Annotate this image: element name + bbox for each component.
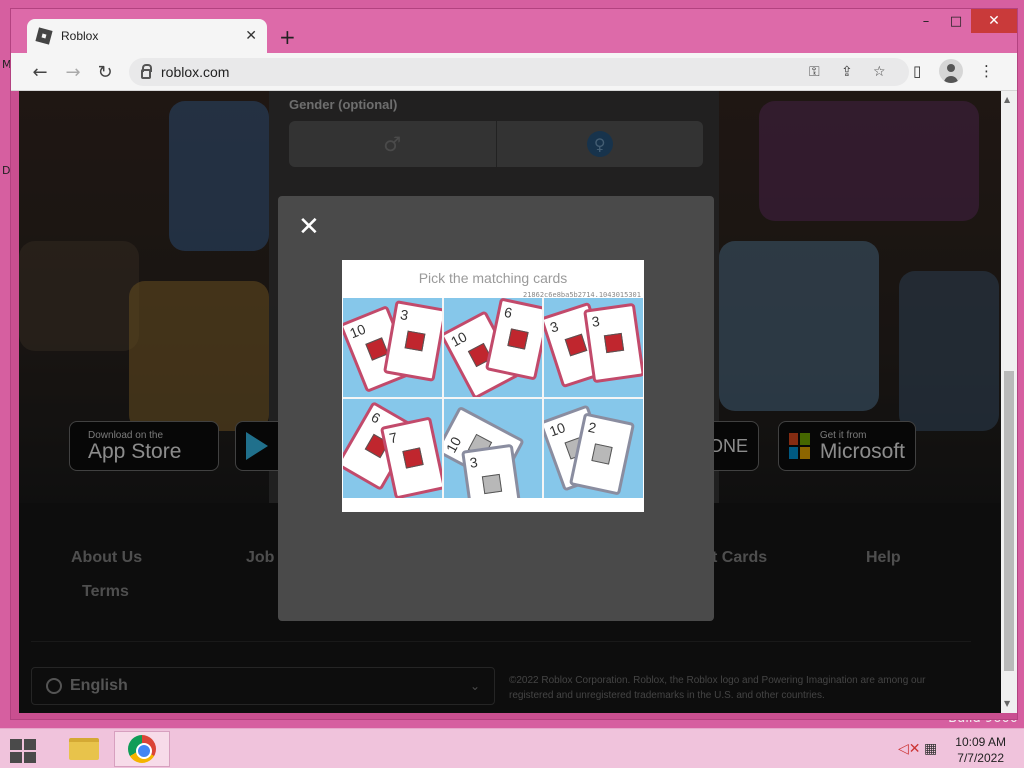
clock-date: 7/7/2022: [957, 751, 1004, 765]
captcha-cell[interactable]: 67: [343, 399, 442, 498]
lock-icon[interactable]: [141, 64, 152, 79]
captcha-cell[interactable]: 10 3: [443, 399, 543, 498]
captcha-cell[interactable]: 10 3: [343, 298, 442, 397]
card-pip-icon: [481, 473, 502, 495]
menu-icon[interactable]: ⋮: [979, 62, 994, 80]
minimize-button[interactable]: –: [911, 9, 941, 33]
browser-window: Roblox ✕ + – □ ✕ ← → ↻ roblox.com ⚿ ⇪ ☆ …: [10, 8, 1018, 720]
card-number: 3: [548, 318, 561, 336]
maximize-button[interactable]: □: [941, 9, 971, 33]
taskbar-chrome[interactable]: [114, 731, 170, 767]
scroll-down-arrow-icon[interactable]: ▼: [1004, 699, 1010, 708]
card-number: 3: [399, 306, 410, 324]
card-number: 3: [591, 312, 602, 330]
close-tab-icon[interactable]: ✕: [245, 28, 257, 44]
card-number: 10: [347, 320, 368, 342]
reload-button[interactable]: ↻: [94, 61, 116, 83]
captcha-title: Pick the matching cards: [418, 270, 568, 286]
playing-card: 3: [583, 302, 643, 384]
captcha-cell[interactable]: 10 6: [443, 298, 543, 397]
card-pip-icon: [564, 333, 588, 357]
address-bar[interactable]: roblox.com ⚿ ⇪ ☆: [129, 58, 909, 86]
browser-toolbar: ← → ↻ roblox.com ⚿ ⇪ ☆ ▯ ⋮: [11, 53, 1017, 91]
taskbar: ◁✕ ▦ 10:09 AM 7/7/2022: [0, 728, 1024, 768]
back-button[interactable]: ←: [29, 61, 51, 83]
forward-button[interactable]: →: [62, 61, 84, 83]
captcha-cell[interactable]: 10 2: [544, 399, 643, 498]
card-pip-icon: [591, 443, 614, 465]
start-button[interactable]: [8, 737, 38, 763]
card-pip-icon: [506, 328, 529, 350]
profile-avatar-icon[interactable]: [939, 59, 963, 83]
playing-card: 3: [382, 300, 442, 382]
card-pip-icon: [404, 330, 426, 352]
tab-title: Roblox: [61, 29, 99, 43]
clock-time: 10:09 AM: [955, 735, 1006, 749]
card-number: 10: [547, 419, 568, 440]
roblox-favicon-icon: [35, 27, 53, 45]
share-icon[interactable]: ⇪: [841, 64, 853, 80]
folder-icon: [69, 738, 99, 760]
captcha-challenge: Pick the matching cards 21862c6e8ba5b271…: [342, 260, 644, 512]
scroll-thumb[interactable]: [1004, 371, 1014, 671]
side-panel-icon[interactable]: ▯: [913, 62, 921, 80]
new-tab-button[interactable]: +: [279, 25, 296, 49]
playing-card: 3: [460, 443, 523, 498]
url-text[interactable]: roblox.com: [161, 64, 229, 80]
page-viewport: Gender (optional) ♂ ♀ Download on the Ap…: [19, 91, 1001, 713]
network-icon[interactable]: ▦: [924, 741, 937, 757]
close-window-button[interactable]: ✕: [971, 9, 1017, 33]
star-icon[interactable]: ☆: [873, 64, 886, 80]
captcha-cell[interactable]: 33: [544, 298, 643, 397]
card-number: 3: [468, 453, 479, 471]
card-number: 2: [587, 418, 599, 437]
tab-roblox[interactable]: Roblox ✕: [27, 19, 267, 53]
card-number: 6: [502, 303, 514, 322]
volume-muted-icon[interactable]: ◁✕: [898, 741, 921, 757]
captcha-grid: 10 3 10 6 3 3 6 7 10 3 10 2: [343, 298, 643, 498]
playing-card: 7: [379, 416, 442, 498]
card-number: 10: [447, 328, 470, 350]
scroll-up-arrow-icon[interactable]: ▲: [1004, 95, 1010, 104]
card-pip-icon: [604, 332, 625, 354]
title-bar: Roblox ✕ + – □ ✕: [11, 9, 1017, 53]
window-controls: – □ ✕: [911, 9, 1017, 33]
system-clock[interactable]: 10:09 AM 7/7/2022: [955, 734, 1006, 766]
key-icon[interactable]: ⚿: [809, 64, 820, 80]
playing-card: 6: [484, 298, 543, 381]
captcha-modal: ✕ Pick the matching cards 21862c6e8ba5b2…: [278, 196, 714, 621]
chrome-icon: [128, 735, 156, 763]
card-number: 6: [368, 408, 384, 427]
taskbar-file-explorer[interactable]: [56, 731, 112, 767]
close-modal-button[interactable]: ✕: [298, 214, 320, 240]
card-number: 7: [387, 429, 399, 447]
page-scrollbar[interactable]: ▲ ▼: [1001, 91, 1017, 713]
card-pip-icon: [402, 447, 424, 469]
